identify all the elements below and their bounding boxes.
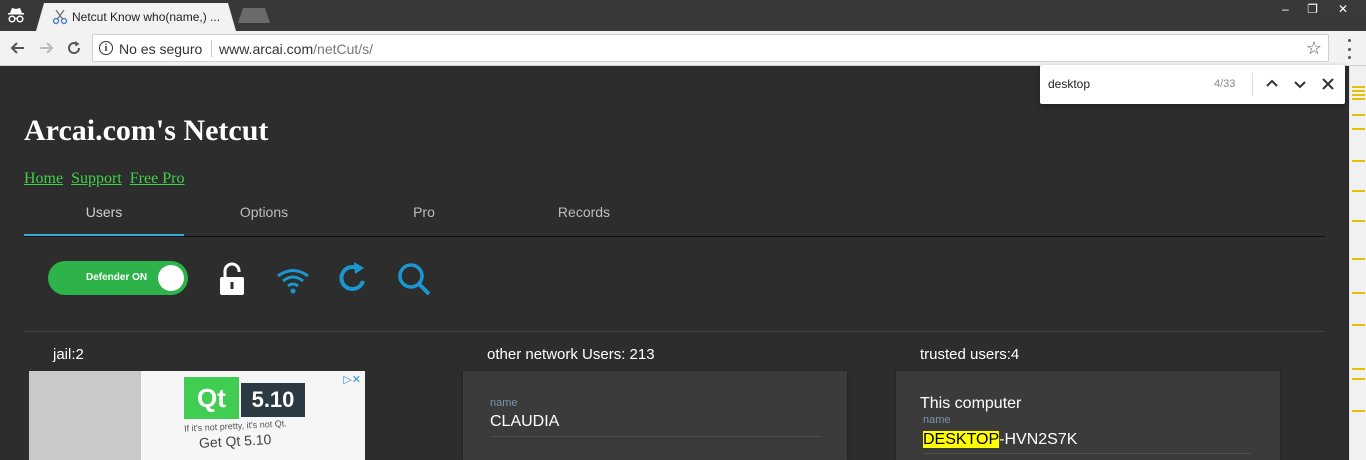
tab-title: Netcut Know who(name,) ...: [72, 10, 221, 24]
security-label[interactable]: No es seguro: [119, 41, 202, 57]
field-underline: [923, 453, 1251, 454]
star-icon[interactable]: ☆: [1306, 38, 1322, 59]
reload-icon: [68, 41, 81, 55]
restore-icon: ❐: [1307, 2, 1318, 16]
refresh-icon[interactable]: [335, 261, 371, 297]
incognito-icon: [8, 8, 24, 23]
back-icon: [10, 42, 24, 54]
scroll-match-mark: [1352, 90, 1365, 92]
find-count: 4/33: [1214, 78, 1236, 90]
find-input[interactable]: desktop: [1048, 77, 1090, 91]
field-underline: [490, 436, 820, 437]
scroll-match-mark: [1352, 378, 1365, 380]
scroll-match-mark: [1352, 128, 1365, 130]
section-divider: [24, 331, 1325, 332]
scroll-match-mark: [1352, 220, 1365, 222]
page-title: Arcai.com's Netcut: [24, 114, 269, 147]
ad-banner[interactable]: Qt 5.10 If it's not pretty, it's not Qt.…: [29, 371, 365, 460]
url-path: /netCut/s/: [313, 41, 374, 57]
this-computer-heading: This computer: [920, 395, 1022, 412]
link-support[interactable]: Support: [71, 170, 122, 187]
scroll-match-mark: [1352, 324, 1365, 326]
reload-button[interactable]: [64, 38, 84, 58]
name-label: name: [923, 414, 951, 426]
back-button[interactable]: [8, 38, 28, 58]
link-home[interactable]: Home: [24, 170, 63, 187]
search-icon[interactable]: [396, 261, 432, 297]
tab-pro[interactable]: Pro: [344, 196, 504, 236]
browser-tab-active[interactable]: Netcut Know who(name,) ...: [36, 3, 236, 31]
nav-links: Home Support Free Pro: [24, 170, 188, 188]
scroll-match-mark: [1352, 160, 1365, 162]
find-previous-button[interactable]: [1263, 75, 1281, 93]
minimize-button[interactable]: –: [1272, 0, 1299, 18]
tab-bar: Users Options Pro Records: [24, 196, 1325, 237]
jail-header: jail:2: [53, 346, 84, 363]
page-scrollbar[interactable]: [1349, 66, 1366, 460]
find-next-button[interactable]: [1291, 75, 1309, 93]
tab-records[interactable]: Records: [504, 196, 664, 236]
chevron-down-icon: [1294, 81, 1306, 89]
other-users-header: other network Users: 213: [487, 346, 655, 363]
defender-toggle[interactable]: Defender ON: [48, 261, 188, 295]
page-content: Arcai.com's Netcut Home Support Free Pro…: [0, 66, 1349, 460]
toggle-knob: [158, 265, 184, 291]
address-separator: [211, 40, 212, 57]
find-bar: desktop 4/33: [1040, 65, 1345, 104]
info-icon[interactable]: i: [99, 41, 113, 55]
scroll-match-mark: [1352, 114, 1365, 116]
scroll-match-mark: [1352, 292, 1365, 294]
url-domain: www.arcai.com: [219, 41, 314, 57]
url-text[interactable]: www.arcai.com/netCut/s/: [219, 41, 373, 57]
trusted-users-header: trusted users:4: [920, 346, 1020, 363]
browser-titlebar: Netcut Know who(name,) ... – ❐ ✕: [0, 0, 1366, 31]
ad-version: 5.10: [241, 383, 305, 417]
close-window-button[interactable]: ✕: [1320, 0, 1366, 18]
minimize-icon: –: [1282, 2, 1289, 16]
tab-users[interactable]: Users: [24, 196, 184, 236]
address-bar[interactable]: i No es seguro www.arcai.com/netCut/s/ ☆: [92, 34, 1329, 62]
find-separator: [1252, 73, 1253, 96]
computer-name-rest: -HVN2S7K: [999, 431, 1078, 448]
forward-button[interactable]: [36, 38, 56, 58]
tab-options[interactable]: Options: [184, 196, 344, 236]
scroll-match-mark: [1352, 368, 1365, 370]
find-close-button[interactable]: [1319, 75, 1337, 93]
close-icon: ✕: [1337, 2, 1349, 16]
scroll-match-mark: [1352, 190, 1365, 192]
scroll-match-mark: [1352, 98, 1365, 100]
link-free-pro[interactable]: Free Pro: [130, 170, 185, 187]
ad-qt-logo: Qt: [184, 377, 239, 419]
scroll-match-mark: [1352, 86, 1365, 88]
close-icon: [1322, 78, 1334, 90]
user-name: CLAUDIA: [490, 413, 560, 430]
find-highlight: DESKTOP: [923, 431, 1000, 448]
adchoices-icon[interactable]: ▷✕: [343, 373, 361, 386]
unlock-icon[interactable]: [214, 261, 250, 297]
scroll-match-mark: [1352, 94, 1365, 96]
forward-icon: [40, 42, 54, 54]
defender-label: Defender ON: [86, 272, 148, 283]
name-label: name: [490, 397, 518, 409]
browser-toolbar: i No es seguro www.arcai.com/netCut/s/ ☆: [0, 31, 1366, 66]
new-tab-button[interactable]: [238, 8, 270, 23]
chevron-up-icon: [1266, 79, 1278, 87]
trusted-user-card[interactable]: This computer name DESKTOP-HVN2S7K: [896, 371, 1280, 460]
wifi-icon[interactable]: [275, 261, 311, 297]
menu-icon[interactable]: [1341, 39, 1357, 59]
scroll-match-mark: [1352, 258, 1365, 260]
computer-name: DESKTOP-HVN2S7K: [923, 431, 1077, 449]
scissors-icon: [52, 9, 68, 25]
scroll-match-mark: [1352, 410, 1365, 412]
other-user-card[interactable]: name CLAUDIA: [463, 371, 847, 460]
